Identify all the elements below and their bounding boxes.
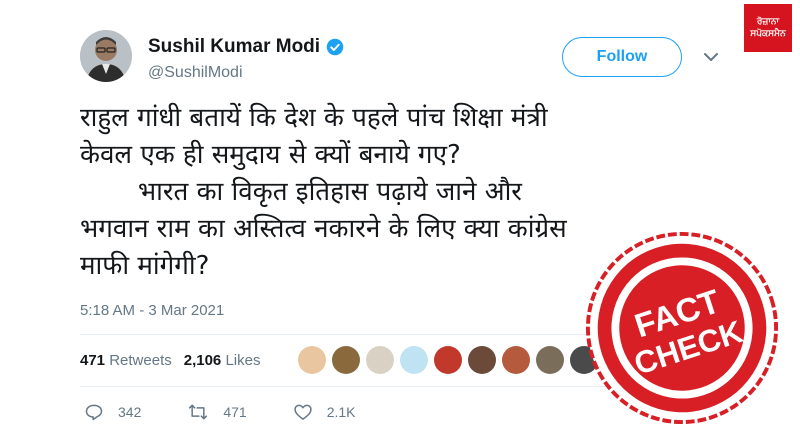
chevron-down-icon[interactable]: [704, 52, 718, 62]
author-display-name[interactable]: Sushil Kumar Modi: [148, 36, 320, 58]
logo-line-2: ਸਪੋਕਸਮੈਨ: [750, 29, 786, 39]
author-name-row: Sushil Kumar Modi: [148, 36, 344, 58]
retweets-stat-label: Retweets: [109, 352, 172, 369]
author-handle[interactable]: @SushilModi: [148, 64, 243, 82]
verified-badge-icon: [326, 38, 344, 56]
liker-avatar[interactable]: [332, 346, 360, 374]
tweet-actions: 342 471 2.1K: [84, 402, 402, 422]
liker-avatar[interactable]: [366, 346, 394, 374]
like-count: 2.1K: [326, 404, 356, 420]
tweet-timestamp[interactable]: 5:18 AM - 3 Mar 2021: [80, 302, 224, 319]
liker-avatar[interactable]: [536, 346, 564, 374]
likes-stat[interactable]: 2,106 Likes: [184, 352, 261, 369]
retweet-count: 471: [223, 404, 247, 420]
rozana-spokesman-logo: ਰੋਜ਼ਾਨਾ ਸਪੋਕਸਮੈਨ: [744, 4, 792, 52]
liker-avatar[interactable]: [502, 346, 530, 374]
retweets-stat-count: 471: [80, 352, 106, 369]
liker-avatars: [298, 346, 598, 374]
reply-button[interactable]: 342: [84, 402, 141, 422]
reply-icon: [85, 404, 103, 421]
liker-avatar[interactable]: [434, 346, 462, 374]
liker-avatar[interactable]: [298, 346, 326, 374]
like-icon: [294, 404, 312, 420]
like-button[interactable]: 2.1K: [293, 402, 356, 422]
logo-line-1: ਰੋਜ਼ਾਨਾ: [756, 17, 780, 27]
retweet-icon: [189, 404, 208, 420]
retweet-button[interactable]: 471: [187, 402, 247, 422]
likes-stat-count: 2,106: [183, 352, 222, 369]
retweets-stat[interactable]: 471 Retweets: [80, 352, 172, 369]
reply-count: 342: [118, 404, 142, 420]
engagement-stats: 471 Retweets 2,106 Likes: [80, 352, 260, 369]
liker-avatar[interactable]: [400, 346, 428, 374]
liker-avatar[interactable]: [468, 346, 496, 374]
likes-stat-label: Likes: [225, 352, 261, 369]
fact-check-stamp: FACT CHECK: [585, 231, 779, 425]
follow-button[interactable]: Follow: [562, 37, 682, 77]
avatar[interactable]: [80, 30, 132, 82]
